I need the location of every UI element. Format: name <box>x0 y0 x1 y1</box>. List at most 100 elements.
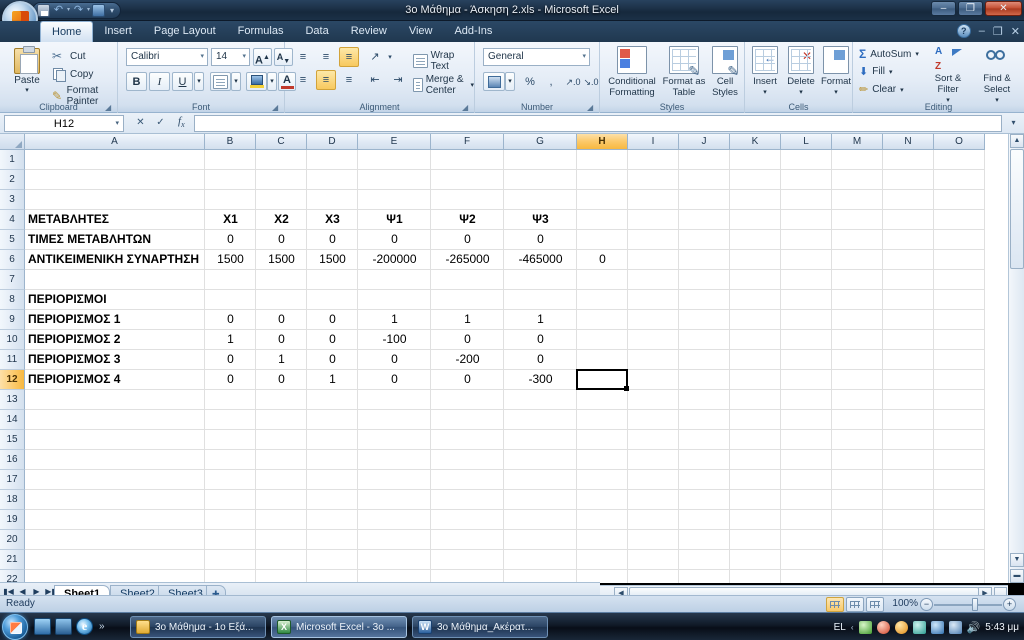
cell-A15[interactable] <box>25 430 205 450</box>
cell-L9[interactable] <box>781 310 832 330</box>
cell-N20[interactable] <box>883 530 934 550</box>
cell-D6[interactable] <box>307 250 358 270</box>
number-format-select[interactable]: General ▾ <box>483 48 590 66</box>
cell-I11[interactable] <box>628 350 679 370</box>
minimize-button[interactable]: – <box>931 1 956 16</box>
cell-C5[interactable] <box>256 230 307 250</box>
fill-color-dropdown-icon[interactable]: ▾ <box>267 72 277 91</box>
active-cell-selection[interactable] <box>576 369 629 391</box>
cell-J14[interactable] <box>679 410 730 430</box>
delete-dropdown-icon[interactable]: ▾ <box>783 87 819 98</box>
update-icon[interactable] <box>894 620 908 634</box>
align-center-icon[interactable]: ≡ <box>316 70 336 90</box>
internet-explorer-icon[interactable]: e <box>76 618 93 635</box>
column-header-o[interactable]: O <box>934 134 985 150</box>
cell-D8[interactable] <box>307 290 358 310</box>
cell-I7[interactable] <box>628 270 679 290</box>
cell-M17[interactable] <box>832 470 883 490</box>
align-top-icon[interactable]: ≡ <box>293 47 313 67</box>
cell-J9[interactable] <box>679 310 730 330</box>
cell-N16[interactable] <box>883 450 934 470</box>
column-header-n[interactable]: N <box>883 134 934 150</box>
cell-A5[interactable] <box>25 230 205 250</box>
cell-K6[interactable] <box>730 250 781 270</box>
wrap-text-button[interactable]: Wrap Text <box>413 50 474 72</box>
fill-button[interactable]: ⬇ Fill ▾ <box>859 65 893 78</box>
tab-view[interactable]: View <box>398 21 444 42</box>
cell-O18[interactable] <box>934 490 985 510</box>
zoom-level[interactable]: 100% <box>892 598 918 609</box>
worksheet-grid[interactable]: ABCDEFGHIJKLMNO 1 2 3 4 5 6 7 8 9 10 11 12 13 14 15 16 1… <box>0 134 1024 583</box>
cell-M5[interactable] <box>832 230 883 250</box>
cell-I9[interactable] <box>628 310 679 330</box>
cell-D2[interactable] <box>307 170 358 190</box>
cell-N14[interactable] <box>883 410 934 430</box>
grow-font-button[interactable]: A▲ <box>253 48 272 67</box>
cell-I12[interactable] <box>628 370 679 390</box>
cell-H1[interactable] <box>577 150 628 170</box>
cell-G19[interactable] <box>504 510 577 530</box>
row-header-4[interactable]: 4 <box>0 210 25 230</box>
cell-C21[interactable] <box>256 550 307 570</box>
cell-E11[interactable] <box>358 350 431 370</box>
cell-G12[interactable] <box>504 370 577 390</box>
cell-B3[interactable] <box>205 190 256 210</box>
merge-center-button[interactable]: Merge & Center ▾ <box>413 74 474 96</box>
volume-icon[interactable]: 🔊 <box>967 621 981 634</box>
cell-I6[interactable] <box>628 250 679 270</box>
decrease-indent-icon[interactable]: ⇤ <box>365 70 385 90</box>
cell-D9[interactable] <box>307 310 358 330</box>
column-header-i[interactable]: I <box>628 134 679 150</box>
cell-D4[interactable] <box>307 210 358 230</box>
cell-J1[interactable] <box>679 150 730 170</box>
cell-C17[interactable] <box>256 470 307 490</box>
cell-H8[interactable] <box>577 290 628 310</box>
format-dropdown-icon[interactable]: ▾ <box>818 87 854 98</box>
undo-dropdown-icon[interactable]: ▾ <box>67 4 70 17</box>
enter-entry-icon[interactable]: ✓ <box>152 115 169 132</box>
cell-B7[interactable] <box>205 270 256 290</box>
cell-L15[interactable] <box>781 430 832 450</box>
cell-G9[interactable] <box>504 310 577 330</box>
cell-E4[interactable] <box>358 210 431 230</box>
cell-C13[interactable] <box>256 390 307 410</box>
percent-style-button[interactable]: % <box>520 72 540 92</box>
row-header-8[interactable]: 8 <box>0 290 25 310</box>
cell-F6[interactable] <box>431 250 504 270</box>
cell-F10[interactable] <box>431 330 504 350</box>
cell-O3[interactable] <box>934 190 985 210</box>
cell-K16[interactable] <box>730 450 781 470</box>
underline-button[interactable]: U <box>172 72 193 91</box>
cell-D5[interactable] <box>307 230 358 250</box>
cell-H11[interactable] <box>577 350 628 370</box>
cell-G5[interactable] <box>504 230 577 250</box>
align-left-icon[interactable]: ≡ <box>293 70 313 90</box>
cell-I10[interactable] <box>628 330 679 350</box>
cell-G4[interactable] <box>504 210 577 230</box>
column-header-d[interactable]: D <box>307 134 358 150</box>
column-header-h[interactable]: H <box>577 134 628 150</box>
cell-F15[interactable] <box>431 430 504 450</box>
cell-F9[interactable] <box>431 310 504 330</box>
cell-J10[interactable] <box>679 330 730 350</box>
cell-D1[interactable] <box>307 150 358 170</box>
cell-K4[interactable] <box>730 210 781 230</box>
font-name-dropdown-icon[interactable]: ▾ <box>200 49 204 65</box>
cell-L20[interactable] <box>781 530 832 550</box>
clock[interactable]: 5:43 μμ <box>985 622 1022 633</box>
cell-L8[interactable] <box>781 290 832 310</box>
cell-I14[interactable] <box>628 410 679 430</box>
cell-G21[interactable] <box>504 550 577 570</box>
cell-K9[interactable] <box>730 310 781 330</box>
cell-B9[interactable] <box>205 310 256 330</box>
cell-B14[interactable] <box>205 410 256 430</box>
cell-B10[interactable] <box>205 330 256 350</box>
split-handle[interactable]: ▬ <box>1010 569 1024 583</box>
cell-C4[interactable] <box>256 210 307 230</box>
cell-F4[interactable] <box>431 210 504 230</box>
cell-J13[interactable] <box>679 390 730 410</box>
cell-N15[interactable] <box>883 430 934 450</box>
cell-J4[interactable] <box>679 210 730 230</box>
tab-insert[interactable]: Insert <box>93 21 143 42</box>
cell-M19[interactable] <box>832 510 883 530</box>
